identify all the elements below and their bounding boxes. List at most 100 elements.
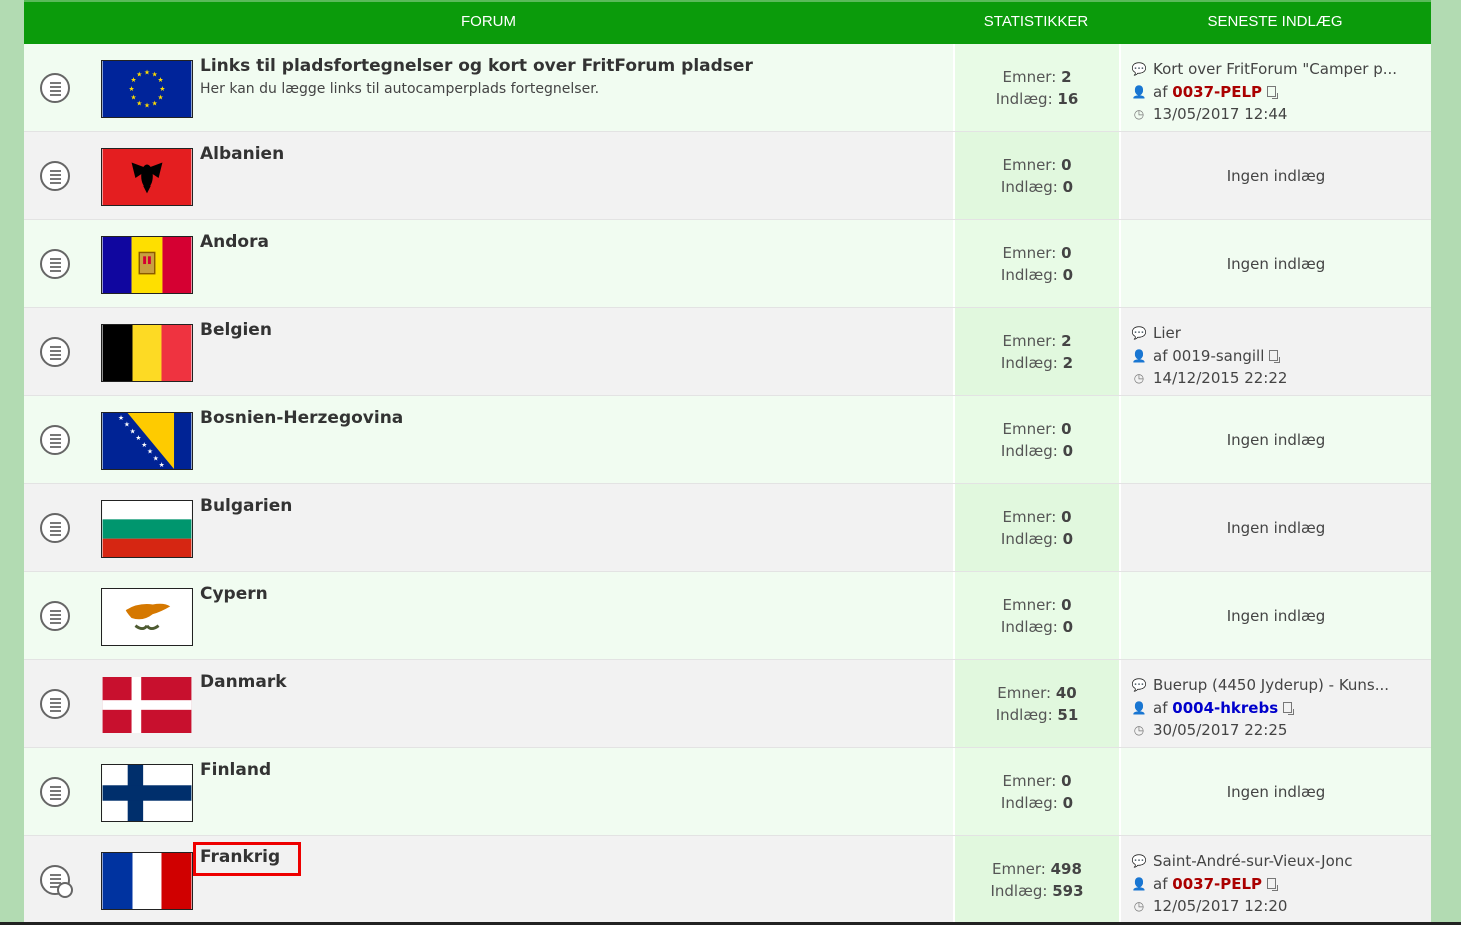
forum-status-icon-cell — [24, 660, 92, 747]
posts-label: Indlæg: — [1000, 793, 1058, 812]
stats-cell: Emner: 0 Indlæg: 0 — [955, 572, 1119, 659]
svg-text:★: ★ — [159, 85, 165, 93]
clock-icon: ◷ — [1133, 107, 1145, 121]
go-to-post-icon[interactable] — [1267, 86, 1279, 100]
posts-label: Indlæg: — [995, 89, 1053, 108]
forum-cell: Frankrig — [92, 836, 953, 923]
forum-row: ★ ★ ★ ★ ★ ★ ★ ★ Bosnien-Herzegovina Emner: 0 In… — [24, 396, 1431, 484]
go-to-post-icon[interactable] — [1269, 350, 1281, 364]
france-flag-icon[interactable] — [101, 852, 193, 910]
last-post-cell: Ingen indlæg — [1121, 748, 1431, 835]
forum-status-icon-cell — [24, 484, 92, 571]
topics-label: Emner: — [1002, 331, 1057, 350]
eu-flag-icon[interactable]: ★ ★ ★ ★ ★ ★ ★ ★ ★ ★ ★ ★ — [101, 60, 193, 118]
forum-status-icon-cell — [24, 572, 92, 659]
go-to-post-icon[interactable] — [1267, 878, 1279, 892]
forum-cell: Albanien — [92, 132, 953, 219]
forum-status-icon-cell — [24, 836, 92, 923]
topics-label: Emner: — [992, 859, 1046, 878]
forum-title-link[interactable]: Finland — [200, 760, 271, 780]
forum-row: Andora Emner: 0 Indlæg: 0 Ingen indlæg — [24, 220, 1431, 308]
last-post-title-link[interactable]: Buerup (4450 Jyderup) - Kuns... — [1153, 674, 1389, 697]
forum-status-icon-cell — [24, 44, 92, 131]
stats-cell: Emner: 0 Indlæg: 0 — [955, 132, 1119, 219]
forum-title-link[interactable]: Links til pladsfortegnelser og kort over… — [200, 56, 753, 76]
last-post-user-link[interactable]: 0004-hkrebs — [1172, 697, 1278, 720]
forum-title-link[interactable]: Albanien — [200, 144, 284, 164]
last-post-cell: Ingen indlæg — [1121, 220, 1431, 307]
topics-count: 0 — [1061, 243, 1072, 262]
topics-label: Emner: — [1002, 595, 1057, 614]
stats-cell: Emner: 2 Indlæg: 2 — [955, 308, 1119, 395]
last-post-date: 13/05/2017 12:44 — [1153, 105, 1288, 123]
forum-read-icon — [40, 337, 70, 367]
posts-count: 51 — [1057, 705, 1079, 724]
comments-icon: 💬 — [1131, 678, 1147, 692]
forum-title-link[interactable]: Bosnien-Herzegovina — [200, 408, 403, 428]
forum-read-icon — [40, 601, 70, 631]
posts-count: 593 — [1052, 881, 1084, 900]
svg-text:★: ★ — [136, 99, 142, 107]
go-to-post-icon[interactable] — [1283, 702, 1295, 716]
forum-read-icon — [40, 777, 70, 807]
forum-title-link-highlighted[interactable]: Frankrig — [192, 842, 302, 876]
forum-cell: Danmark — [92, 660, 953, 747]
svg-text:★: ★ — [136, 70, 142, 78]
last-post-user-link[interactable]: 0037-PELP — [1172, 81, 1262, 104]
topics-count: 2 — [1061, 331, 1072, 350]
no-posts-text: Ingen indlæg — [1226, 254, 1326, 273]
bulgaria-flag-icon[interactable] — [101, 500, 193, 558]
forum-title-link[interactable]: Bulgarien — [200, 496, 292, 516]
posts-label: Indlæg: — [990, 881, 1048, 900]
comments-icon: 💬 — [1131, 62, 1147, 76]
forum-title-link[interactable]: Belgien — [200, 320, 272, 340]
cyprus-flag-icon[interactable] — [101, 588, 193, 646]
last-post-title-link[interactable]: Lier — [1153, 322, 1181, 345]
forum-cell: Bulgarien — [92, 484, 953, 571]
forum-subforum-icon — [40, 865, 73, 898]
topics-label: Emner: — [1002, 67, 1057, 86]
svg-text:★: ★ — [144, 69, 150, 77]
forum-description: Her kan du lægge links til autocamperpla… — [200, 81, 600, 97]
topics-count: 0 — [1061, 771, 1072, 790]
bosnia-flag-icon[interactable]: ★ ★ ★ ★ ★ ★ ★ ★ — [101, 412, 193, 470]
comments-icon: 💬 — [1131, 854, 1147, 868]
user-icon: 👤 — [1131, 700, 1147, 715]
posts-label: Indlæg: — [1000, 353, 1058, 372]
no-posts-text: Ingen indlæg — [1226, 166, 1326, 185]
forum-row: Frankrig Emner: 498 Indlæg: 593 💬 Saint-A… — [24, 836, 1431, 924]
last-post-user-link[interactable]: 0037-PELP — [1172, 873, 1262, 896]
posts-label: Indlæg: — [1000, 265, 1058, 284]
forum-cell: Cypern — [92, 572, 953, 659]
by-label: af — [1153, 698, 1168, 717]
user-icon: 👤 — [1131, 84, 1147, 99]
last-post-title-link[interactable]: Kort over FritForum "Camper p... — [1153, 58, 1397, 81]
andorra-flag-icon[interactable] — [101, 236, 193, 294]
last-post-user-link[interactable]: 0019-sangill — [1172, 345, 1264, 368]
finland-flag-icon[interactable] — [101, 764, 193, 822]
topics-count: 0 — [1061, 507, 1072, 526]
posts-label: Indlæg: — [995, 705, 1053, 724]
last-post-title-link[interactable]: Saint-André-sur-Vieux-Jonc — [1153, 850, 1353, 873]
forum-title-link[interactable]: Cypern — [200, 584, 268, 604]
by-label: af — [1153, 874, 1168, 893]
forum-row: Belgien Emner: 2 Indlæg: 2 💬 Lier 👤 af 001… — [24, 308, 1431, 396]
posts-count: 2 — [1062, 353, 1074, 372]
last-post-cell: 💬 Lier 👤 af 0019-sangill ◷ 14/12/2015 22:22 — [1121, 308, 1431, 395]
forum-title-link[interactable]: Danmark — [200, 672, 287, 692]
forum-status-icon-cell — [24, 132, 92, 219]
stats-cell: Emner: 40 Indlæg: 51 — [955, 660, 1119, 747]
user-icon: 👤 — [1131, 876, 1147, 891]
last-post-cell: 💬 Kort over FritForum "Camper p... 👤 af 00… — [1121, 44, 1431, 131]
belgium-flag-icon[interactable] — [101, 324, 193, 382]
posts-label: Indlæg: — [1000, 617, 1058, 636]
last-post-cell: Ingen indlæg — [1121, 396, 1431, 483]
last-post-cell: Ingen indlæg — [1121, 484, 1431, 571]
forum-title-link[interactable]: Andora — [200, 232, 269, 252]
albania-flag-icon[interactable] — [101, 148, 193, 206]
posts-label: Indlæg: — [1000, 177, 1058, 196]
denmark-flag-icon[interactable] — [101, 676, 193, 734]
by-label: af — [1153, 82, 1168, 101]
last-post-date: 12/05/2017 12:20 — [1153, 897, 1288, 915]
stats-cell: Emner: 0 Indlæg: 0 — [955, 748, 1119, 835]
